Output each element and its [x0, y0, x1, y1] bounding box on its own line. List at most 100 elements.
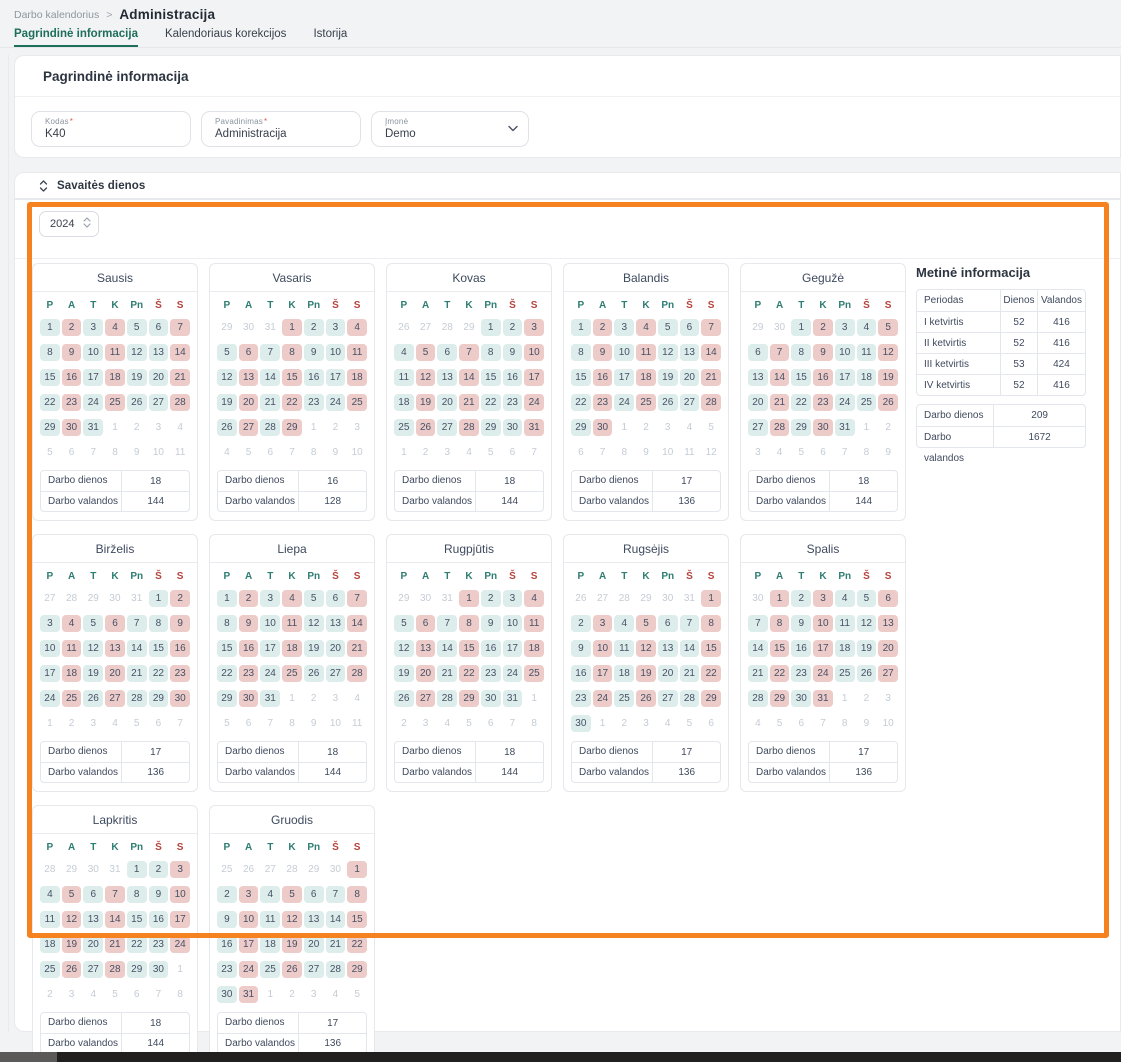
day-cell[interactable]: 10	[813, 615, 833, 632]
day-cell[interactable]: 8	[770, 615, 790, 632]
day-cell[interactable]: 16	[239, 640, 259, 657]
day-cell[interactable]: 10	[593, 640, 613, 657]
day-cell[interactable]: 17	[503, 640, 523, 657]
day-cell[interactable]: 28	[105, 961, 125, 978]
day-cell[interactable]: 7	[680, 615, 700, 632]
day-cell[interactable]: 23	[791, 665, 811, 682]
day-cell[interactable]: 23	[149, 936, 169, 953]
day-cell[interactable]: 30	[813, 419, 833, 436]
day-cell[interactable]: 20	[149, 369, 169, 386]
day-cell[interactable]: 30	[170, 690, 190, 707]
day-cell[interactable]: 2	[217, 886, 237, 903]
day-cell[interactable]: 7	[701, 319, 721, 336]
day-cell[interactable]: 11	[260, 911, 280, 928]
day-cell[interactable]: 1	[770, 590, 790, 607]
day-cell[interactable]: 25	[347, 394, 367, 411]
day-cell[interactable]: 24	[40, 690, 60, 707]
day-cell[interactable]: 28	[347, 665, 367, 682]
day-cell[interactable]: 21	[459, 394, 479, 411]
day-cell[interactable]: 15	[770, 640, 790, 657]
day-cell[interactable]: 16	[170, 640, 190, 657]
day-cell[interactable]: 4	[105, 319, 125, 336]
day-cell[interactable]: 18	[347, 369, 367, 386]
day-cell[interactable]: 6	[680, 319, 700, 336]
day-cell[interactable]: 17	[170, 911, 190, 928]
kodas-field[interactable]: Kodas* K40	[31, 111, 191, 147]
day-cell[interactable]: 4	[282, 590, 302, 607]
day-cell[interactable]: 7	[260, 344, 280, 361]
day-cell[interactable]: 12	[304, 615, 324, 632]
day-cell[interactable]: 13	[149, 344, 169, 361]
day-cell[interactable]: 31	[524, 419, 544, 436]
day-cell[interactable]: 21	[127, 665, 147, 682]
day-cell[interactable]: 11	[636, 344, 656, 361]
day-cell[interactable]: 28	[170, 394, 190, 411]
day-cell[interactable]: 24	[524, 394, 544, 411]
day-cell[interactable]: 26	[304, 665, 324, 682]
day-cell[interactable]: 25	[524, 665, 544, 682]
day-cell[interactable]: 3	[593, 615, 613, 632]
day-cell[interactable]: 3	[239, 886, 259, 903]
day-cell[interactable]: 9	[503, 344, 523, 361]
day-cell[interactable]: 6	[304, 886, 324, 903]
day-cell[interactable]: 9	[170, 615, 190, 632]
day-cell[interactable]: 13	[748, 369, 768, 386]
day-cell[interactable]: 23	[239, 665, 259, 682]
day-cell[interactable]: 6	[83, 886, 103, 903]
day-cell[interactable]: 23	[217, 961, 237, 978]
day-cell[interactable]: 3	[326, 319, 346, 336]
day-cell[interactable]: 27	[149, 394, 169, 411]
day-cell[interactable]: 18	[394, 394, 414, 411]
tab-kalendoriaus-korekcijos[interactable]: Kalendoriaus korekcijos	[165, 28, 286, 47]
day-cell[interactable]: 30	[62, 419, 82, 436]
day-cell[interactable]: 13	[680, 344, 700, 361]
day-cell[interactable]: 27	[326, 665, 346, 682]
day-cell[interactable]: 11	[614, 640, 634, 657]
day-cell[interactable]: 23	[503, 394, 523, 411]
day-cell[interactable]: 10	[614, 344, 634, 361]
day-cell[interactable]: 14	[127, 640, 147, 657]
day-cell[interactable]: 27	[658, 690, 678, 707]
day-cell[interactable]: 18	[857, 369, 877, 386]
day-cell[interactable]: 16	[481, 640, 501, 657]
day-cell[interactable]: 17	[835, 369, 855, 386]
day-cell[interactable]: 1	[459, 590, 479, 607]
day-cell[interactable]: 9	[813, 344, 833, 361]
day-cell[interactable]: 4	[260, 886, 280, 903]
day-cell[interactable]: 26	[62, 961, 82, 978]
day-cell[interactable]: 14	[326, 911, 346, 928]
day-cell[interactable]: 4	[636, 319, 656, 336]
day-cell[interactable]: 8	[347, 886, 367, 903]
day-cell[interactable]: 11	[835, 615, 855, 632]
day-cell[interactable]: 4	[394, 344, 414, 361]
tab-pagrindine-informacija[interactable]: Pagrindinė informacija	[14, 28, 138, 47]
day-cell[interactable]: 13	[239, 369, 259, 386]
day-cell[interactable]: 4	[347, 319, 367, 336]
day-cell[interactable]: 16	[593, 369, 613, 386]
day-cell[interactable]: 21	[347, 640, 367, 657]
day-cell[interactable]: 3	[813, 590, 833, 607]
day-cell[interactable]: 3	[524, 319, 544, 336]
day-cell[interactable]: 27	[437, 419, 457, 436]
day-cell[interactable]: 24	[593, 690, 613, 707]
day-cell[interactable]: 30	[481, 690, 501, 707]
day-cell[interactable]: 23	[813, 394, 833, 411]
day-cell[interactable]: 21	[326, 936, 346, 953]
day-cell[interactable]: 9	[149, 886, 169, 903]
day-cell[interactable]: 3	[83, 319, 103, 336]
day-cell[interactable]: 3	[40, 615, 60, 632]
day-cell[interactable]: 11	[62, 640, 82, 657]
day-cell[interactable]: 6	[416, 615, 436, 632]
day-cell[interactable]: 24	[614, 394, 634, 411]
day-cell[interactable]: 12	[62, 911, 82, 928]
day-cell[interactable]: 10	[260, 615, 280, 632]
day-cell[interactable]: 2	[571, 615, 591, 632]
day-cell[interactable]: 9	[239, 615, 259, 632]
day-cell[interactable]: 6	[748, 344, 768, 361]
day-cell[interactable]: 30	[217, 986, 237, 1003]
day-cell[interactable]: 5	[83, 615, 103, 632]
savaites-dienos-section-header[interactable]: Savaitės dienos	[14, 172, 1121, 199]
day-cell[interactable]: 30	[149, 961, 169, 978]
day-cell[interactable]: 11	[105, 344, 125, 361]
day-cell[interactable]: 26	[658, 394, 678, 411]
